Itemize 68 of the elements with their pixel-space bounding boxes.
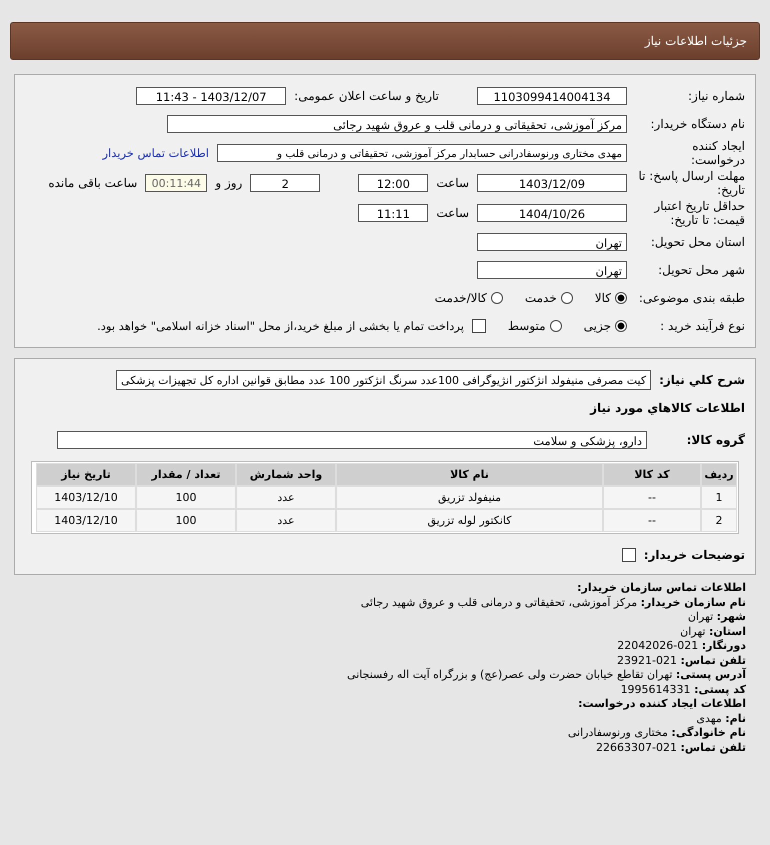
contact-info-line: نام سازمان خریدار: مرکز آموزشی، تحقیقاتی و درمانی قلب و عروق شهید رجائی	[360, 596, 746, 610]
table-cell: منیفولد تزریق	[336, 486, 603, 509]
table-cell: 1403/12/10	[36, 486, 136, 509]
field-label: ساعت باقی مانده	[48, 176, 138, 190]
column-header: واحد شمارش	[236, 463, 336, 486]
validity-date-field: 1404/10/26	[477, 204, 627, 222]
table-cell: --	[603, 509, 701, 532]
requester-field: مهدی مختاری ورنوسفادرانی حسابدار مرکز آموزشی، تحقیقاتی و درمانی قلب و	[217, 144, 627, 162]
field-label: نوع فرآیند خرید :	[659, 319, 745, 333]
contact-info-line: استان: تهران	[679, 624, 746, 639]
contact-info-line: آدرس پستی: تهران تقاطع خیابان حضرت ولی عصر(عج) و بزرگراه آیت اله رفسنجانی	[346, 668, 746, 682]
column-header: کد کالا	[603, 463, 701, 486]
payment-option-text: پرداخت تمام یا بخشی از مبلغ خرید،از محل "اسناد خزانه اسلامی" خواهد بود.	[97, 319, 464, 333]
description-field: کیت مصرفی منیفولد انژکتور انژیوگرافی 100عدد سرنگ انژکتور 100 عدد مطابق قوانین اداره کل تجهیزات پزشکی	[116, 370, 652, 390]
section-title: اطلاعات کالاهاي مورد نياز	[590, 401, 745, 415]
buyer-notes-checkbox[interactable]	[622, 548, 636, 562]
field-label: ایجاد کننده درخواست:	[690, 139, 745, 167]
validity-time-field: 11:11	[358, 204, 428, 222]
field-label: ساعت	[436, 176, 469, 190]
goods-group-field: دارو، پزشکی و سلامت	[57, 431, 647, 449]
buyer-org-field: مرکز آموزشی، تحقیقاتی و درمانی قلب و عروق شهید رجائی	[167, 115, 627, 133]
field-label: استان محل تحویل:	[650, 235, 745, 249]
province-field: تهران	[477, 233, 627, 251]
city-field: تهران	[477, 261, 627, 279]
deadline-time-field: 12:00	[358, 174, 428, 192]
contact-info-line: نام خانوادگی: مختاری ورنوسفادرانی	[566, 726, 746, 740]
remaining-time-field: 00:11:44	[145, 174, 208, 192]
field-label: گروه کالا:	[686, 433, 745, 447]
payment-checkbox[interactable]	[472, 319, 486, 333]
table-cell: --	[603, 486, 701, 509]
deadline-date-field: 1403/12/09	[477, 174, 627, 192]
radio-option[interactable]: متوسط	[508, 319, 562, 333]
contact-info-line: شهر: تهران	[686, 610, 746, 624]
table-cell: کانکتور لوله تزریق	[336, 509, 603, 532]
table-cell: 100	[136, 486, 236, 509]
contact-section-title: اطلاعات ایجاد کننده درخواست:	[577, 697, 746, 712]
field-label: روز و	[215, 176, 242, 190]
column-header: تعداد / مقدار	[136, 463, 236, 486]
table-cell: عدد	[236, 486, 336, 509]
field-label: ساعت	[436, 206, 469, 220]
need-number-field: 1103099414004134	[477, 87, 627, 105]
field-label: حداقل تاریخ اعتبار قیمت: تا تاریخ:	[652, 199, 745, 227]
table-cell: 1403/12/10	[36, 509, 136, 532]
page-title: جزئیات اطلاعات نیاز	[644, 34, 747, 48]
field-label: مهلت ارسال پاسخ: تا تاریخ:	[637, 169, 745, 197]
field-label: شرح کلي نياز:	[659, 373, 745, 387]
column-header: ردیف	[701, 463, 737, 486]
column-header: نام کالا	[336, 463, 603, 486]
column-header: تاریخ نیاز	[36, 463, 136, 486]
table-cell: 1	[701, 486, 737, 509]
field-label: شماره نیاز:	[687, 89, 745, 103]
table-cell: 100	[136, 509, 236, 532]
buyer-contact-link[interactable]: اطلاعات تماس خریدار	[102, 146, 209, 160]
radio-option[interactable]: جزیی	[584, 319, 627, 333]
field-label: شهر محل تحویل:	[657, 263, 745, 277]
radio-option[interactable]: کالا/خدمت	[434, 291, 503, 305]
contact-section-title: اطلاعات تماس سازمان خریدار:	[576, 581, 746, 596]
table-cell: عدد	[236, 509, 336, 532]
days-field: 2	[250, 174, 320, 192]
radio-option[interactable]: کالا	[594, 291, 627, 305]
field-label: تاریخ و ساعت اعلان عمومی:	[294, 89, 439, 103]
announce-date-field: 1403/12/07 - 11:43	[136, 87, 286, 105]
radio-option[interactable]: خدمت	[524, 291, 573, 305]
table-cell: 2	[701, 509, 737, 532]
contact-info-line: نام: مهدی	[696, 712, 746, 725]
field-label: طبقه بندی موضوعی:	[638, 291, 745, 305]
field-label: توضیحات خریدار:	[644, 548, 745, 562]
field-label: نام دستگاه خریدار:	[650, 117, 745, 131]
